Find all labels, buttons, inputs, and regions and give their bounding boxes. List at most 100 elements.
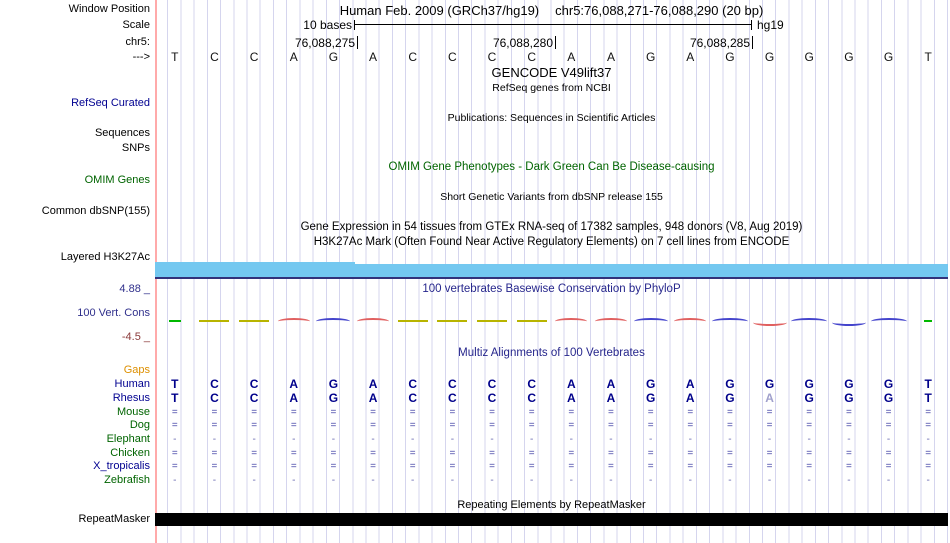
alignment-cell: A [606,377,616,391]
label-species-elephant[interactable]: Elephant [107,433,150,445]
alignment-cell: = [489,407,495,418]
label-species-rhesus[interactable]: Rhesus [113,392,150,404]
alignment-cell: = [211,420,218,431]
track-title-dbsnp[interactable]: Short Genetic Variants from dbSNP releas… [155,191,948,203]
base-letter: C [448,50,457,64]
base-letter: A [289,50,298,64]
alignment-cell: - [847,475,851,486]
label-snps[interactable]: SNPs [122,142,150,154]
label-species-x_tropicalis[interactable]: X_tropicalis [93,460,150,472]
base-letter: C [408,50,418,64]
alignment-cell: C [408,391,418,405]
alignment-cell: - [728,434,732,445]
alignment-cell: C [487,377,497,391]
conservation-mark [239,320,270,322]
conservation-mark [437,320,468,322]
label-species-human[interactable]: Human [115,378,150,390]
alignment-cell: - [728,475,732,486]
alignment-cell: = [766,407,773,418]
conservation-mark [397,320,428,322]
alignment-cell: A [566,377,576,391]
conservation-mark [831,319,866,326]
label-sequences[interactable]: Sequences [95,127,150,139]
alignment-cell: C [527,391,536,405]
alignment-cell: - [609,434,613,445]
conservation-mark [516,320,547,322]
alignment-cell: = [330,407,337,418]
label-common-dbsnp[interactable]: Common dbSNP(155) [42,205,150,217]
alignment-cell: = [370,407,376,418]
alignment-cell: = [687,448,694,459]
alignment-cell: - [331,475,336,486]
alignment-cell: - [252,475,256,486]
label-species-zebrafish[interactable]: Zebrafish [104,474,150,486]
alignment-cell: - [450,434,455,445]
label-scale: Scale [122,19,150,31]
conservation-mark [594,318,627,325]
track-title-gtex[interactable]: Gene Expression in 54 tissues from GTEx … [155,221,948,233]
alignment-cell: = [290,407,297,418]
alignment-cell: = [211,407,218,418]
alignment-cell: - [926,434,930,445]
alignment-cell: = [647,407,654,418]
label-species-mouse[interactable]: Mouse [117,406,150,418]
label-repeatmasker[interactable]: RepeatMasker [78,513,150,525]
alignment-cell: = [370,461,376,472]
alignment-cell: - [767,475,772,486]
track-title-h3k27ac[interactable]: H3K27Ac Mark (Often Found Near Active Re… [155,236,948,248]
ruler-number: 76,088,285 [689,36,750,50]
label-species-dog[interactable]: Dog [130,419,150,431]
label-omim-genes[interactable]: OMIM Genes [85,174,150,186]
repeatmasker-element-bar[interactable] [155,513,948,526]
conservation-mark [711,318,748,325]
alignment-cell: G [764,377,775,391]
alignment-cell: = [370,420,376,431]
alignment-cell: G [328,377,339,391]
alignment-cell: = [449,461,456,472]
alignment-cell: T [171,377,179,391]
alignment-cell: = [528,448,535,459]
conservation-mark [357,318,390,325]
track-title-gencode[interactable]: GENCODE V49lift37 [155,65,948,80]
alignment-cell: - [569,475,573,486]
alignment-cell: = [528,461,535,472]
alignment-cell: = [171,420,178,431]
label-refseq-curated[interactable]: RefSeq Curated [71,97,150,109]
alignment-cell: - [847,434,851,445]
alignment-cell: - [807,475,811,486]
alignment-cell: = [568,448,575,459]
alignment-cell: C [448,377,457,391]
alignment-cell: G [844,391,854,405]
alignment-cell: - [688,475,692,486]
label-cons-min: -4.5 _ [121,331,150,343]
track-title-phylop[interactable]: 100 vertebrates Basewise Conservation by… [155,283,948,295]
track-title-publications[interactable]: Publications: Sequences in Scientific Ar… [155,112,948,124]
h3k27ac-baseline [155,277,948,279]
track-title-omim[interactable]: OMIM Gene Phenotypes - Dark Green Can Be… [155,161,948,173]
alignment-cell: = [290,461,297,472]
label-layered-h3k27ac[interactable]: Layered H3K27Ac [61,251,150,263]
alignment-cell: = [885,448,892,459]
h3k27ac-signal-bar-right[interactable] [355,264,948,278]
label-cons-max: 4.88 _ [119,283,150,295]
label-species-chicken[interactable]: Chicken [110,447,150,459]
h3k27ac-signal-bar-left[interactable] [155,262,355,278]
alignment-cell: = [608,407,614,418]
alignment-cell: C [249,377,259,391]
alignment-cell: = [489,461,495,472]
label-gaps[interactable]: Gaps [124,364,150,376]
track-title-refseq-ncbi[interactable]: RefSeq genes from NCBI [155,82,948,94]
label-100-vert-cons[interactable]: 100 Vert. Cons [77,307,150,319]
alignment-cell: - [252,434,256,445]
alignment-cell: T [171,391,179,405]
alignment-cell: = [845,407,852,418]
alignment-cell: = [727,461,733,472]
alignment-cell: - [411,434,415,445]
alignment-cell: = [489,448,495,459]
alignment-cell: - [648,434,653,445]
track-title-repeatmasker[interactable]: Repeating Elements by RepeatMasker [155,499,948,511]
base-letter: C [487,50,497,64]
alignment-cell: = [845,420,852,431]
alignment-cell: A [765,391,774,405]
track-title-multiz[interactable]: Multiz Alignments of 100 Vertebrates [155,347,948,359]
